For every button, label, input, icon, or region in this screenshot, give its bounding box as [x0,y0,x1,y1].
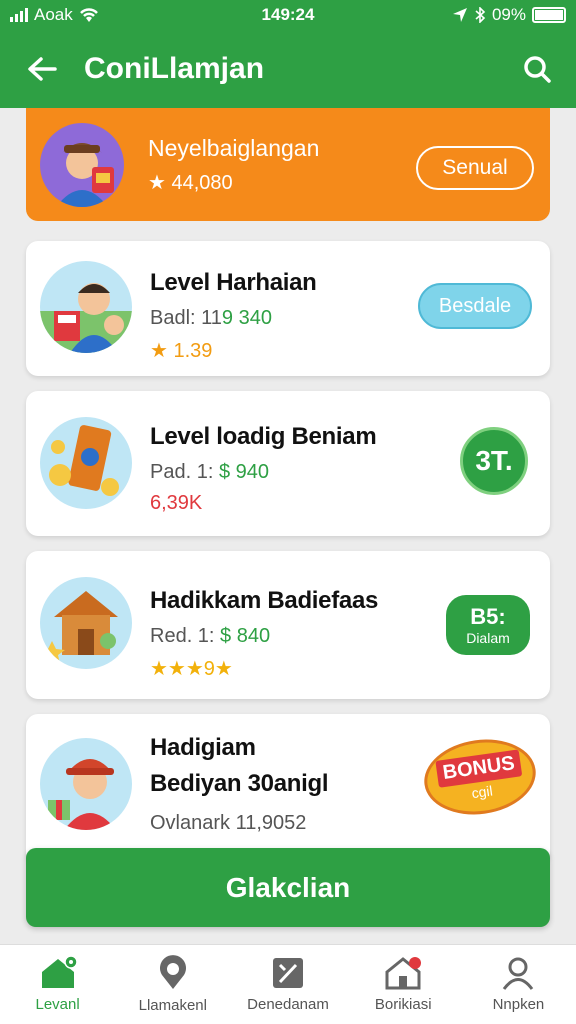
card-title: Level Harhaian [150,269,317,296]
user-icon [503,957,534,990]
battery-percent: 09% [491,5,526,24]
featured-banner[interactable]: Neyelbaiglangan ★ 44,080 Senual [26,108,550,221]
list-item[interactable]: Level loadig Beniam Pad. 1: $ 940 6,39K … [26,391,550,536]
card-stat: Badl: 119 340 [150,307,272,329]
card-badge[interactable]: 3T. [460,427,528,495]
nav-label: Levanl [35,996,80,1013]
search-icon [524,56,551,83]
card-rating: ★★★9★ [150,658,233,680]
search-button[interactable] [498,30,576,108]
badge-top: B5: [470,604,506,629]
card-title: Level loadig Beniam [150,423,377,450]
card-avatar [40,417,132,509]
badge-top: BONUS [435,748,523,788]
back-button[interactable] [0,30,84,108]
nav-item-nnpken[interactable]: Nnpken [461,945,576,1024]
banner-action-button[interactable]: Senual [416,146,534,190]
card-value: 6,39K [150,492,203,514]
nav-item-llamakenl[interactable]: Llamakenl [115,945,230,1024]
nav-item-borikiasi[interactable]: Borikiasi [346,945,461,1024]
house-notification-icon [385,957,422,990]
card-badge[interactable]: Besdale [418,283,532,329]
banner-title: Neyelbaiglangan [148,134,320,161]
banner-rating: ★ 44,080 [148,171,233,194]
list-item[interactable]: Level Harhaian Badl: 119 340 ★ 1.39 Besd… [26,241,550,376]
bottom-navigation: Levanl Llamakenl Denedanam Borikiasi Nnp… [0,944,576,1024]
nav-label: Denedanam [247,996,329,1013]
nav-label: Llamakenl [138,997,207,1014]
list-item[interactable]: Hadigiam Bediyan 30anigl Ovlanark 11,905… [26,714,550,864]
nav-label: Borikiasi [374,996,432,1013]
card-rating: ★ 1.39 [150,340,213,362]
card-stat: Pad. 1: $ 940 [150,461,269,483]
card-avatar [40,261,132,353]
location-arrow-icon [452,8,467,22]
card-stat: Ovlanark 11,9052 [150,812,307,834]
calendar-icon [273,958,303,988]
page-title: ConiLlamjan [84,52,265,85]
location-pin-icon [159,955,186,989]
status-bar: Aoak 149:24 09% [0,0,576,30]
home-icon [41,956,77,988]
list-item[interactable]: Hadikkam Badiefaas Red. 1: $ 840 ★★★9★ B… [26,551,550,699]
bluetooth-icon [475,7,486,23]
app-bar: ConiLlamjan [0,30,576,108]
carrier-label: Aoak [34,5,73,24]
card-avatar [40,577,132,669]
badge-bottom: Dialam [466,630,510,646]
signal-icon [10,8,28,22]
bonus-badge[interactable]: BONUS cgil [419,732,541,822]
badge-bottom: cgil [470,781,494,801]
nav-item-denedanam[interactable]: Denedanam [230,945,345,1024]
card-title: Hadigiam [150,734,256,761]
primary-action-button[interactable]: Glakclian [26,848,550,927]
card-stat: Red. 1: $ 840 [150,625,271,647]
card-subtitle: Bediyan 30anigl [150,770,329,797]
arrow-left-icon [28,57,57,81]
banner-avatar [40,122,124,207]
card-avatar [40,738,132,830]
battery-icon [532,7,566,23]
card-badge[interactable]: B5: Dialam [446,595,530,655]
status-time: 149:24 [261,5,315,24]
wifi-icon [79,8,98,22]
card-title: Hadikkam Badiefaas [150,587,379,614]
nav-item-levanl[interactable]: Levanl [0,945,115,1024]
nav-label: Nnpken [492,996,545,1013]
